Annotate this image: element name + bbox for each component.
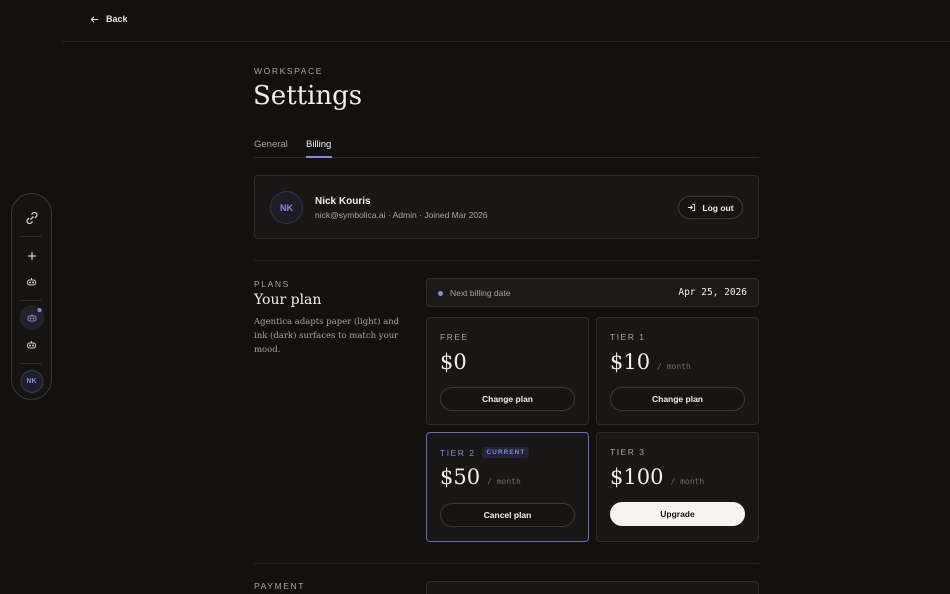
tier-label: TIER 2 CURRENT <box>440 447 530 458</box>
plan-card-tier-2: TIER 2 CURRENT $50 / month Cancel plan <box>426 432 589 542</box>
logout-button[interactable]: Log out <box>678 196 743 219</box>
billing-dot <box>438 291 443 296</box>
plan-price: $100 / month <box>610 465 704 489</box>
plan-price: $0 <box>440 350 474 374</box>
back-button[interactable]: Back <box>90 14 128 24</box>
plan-price: $50 / month <box>440 465 521 489</box>
cancel-plan-button[interactable]: Cancel plan <box>440 503 575 527</box>
rail-divider <box>21 236 42 237</box>
new-plus-icon[interactable] <box>22 246 42 266</box>
agent-robot-icon[interactable] <box>22 335 42 355</box>
user-avatar-button[interactable]: NK <box>20 370 43 393</box>
plan-card-free: FREE $0 Change plan <box>426 317 589 425</box>
plans-eyebrow: PLANS <box>254 279 290 289</box>
logout-label: Log out <box>702 202 734 213</box>
change-plan-button[interactable]: Change plan <box>610 387 745 411</box>
tier-label: FREE <box>440 332 469 342</box>
tab-billing[interactable]: Billing <box>306 139 331 150</box>
plans-description: Agentica adapts paper (light) and ink (d… <box>254 317 400 355</box>
plan-card-tier-1: TIER 1 $10 / month Change plan <box>596 317 759 425</box>
price-period: / month <box>487 477 521 486</box>
price-amount: $100 <box>610 465 664 489</box>
billing-date: Apr 25, 2026 <box>678 287 747 298</box>
current-badge: CURRENT <box>482 447 530 458</box>
avatar: NK <box>270 191 303 224</box>
plan-price: $10 / month <box>610 350 691 374</box>
tier-label: TIER 1 <box>610 332 646 342</box>
rail-divider <box>21 363 42 364</box>
billing-label: Next billing date <box>450 288 511 298</box>
rail-divider <box>21 300 42 301</box>
tier-label: TIER 3 <box>610 447 646 457</box>
arrow-left-icon <box>90 15 99 23</box>
price-period: / month <box>670 477 705 486</box>
plan-card-tier-3: TIER 3 $100 / month Upgrade <box>596 432 759 542</box>
tab-bar: General Billing <box>254 137 759 158</box>
top-bar: Back <box>62 0 950 42</box>
logout-icon <box>688 203 696 212</box>
back-label: Back <box>106 14 128 24</box>
avatar: NK <box>20 370 43 393</box>
notification-dot <box>37 308 41 312</box>
active-tab-indicator <box>306 156 332 158</box>
next-billing-bar: Next billing date Apr 25, 2026 <box>426 278 759 307</box>
section-eyebrow: WORKSPACE <box>254 66 324 76</box>
tab-general[interactable]: General <box>254 139 288 150</box>
user-meta: nick@symbolica.ai · Admin · Joined Mar 2… <box>315 210 488 220</box>
left-rail: NK <box>11 193 52 400</box>
upgrade-button[interactable]: Upgrade <box>610 502 745 526</box>
logo-link-icon[interactable] <box>20 206 44 230</box>
section-divider <box>254 563 759 564</box>
payment-method-card <box>426 581 759 594</box>
user-name: Nick Kouris <box>315 196 371 207</box>
section-divider <box>254 260 759 261</box>
page-title: Settings <box>253 81 363 111</box>
agent-robot-icon[interactable] <box>22 272 42 292</box>
plans-title: Your plan <box>254 292 322 308</box>
price-amount: $0 <box>440 350 467 374</box>
price-period: / month <box>657 362 691 371</box>
price-amount: $50 <box>440 465 481 489</box>
profile-card: NK Nick Kouris nick@symbolica.ai · Admin… <box>254 175 759 239</box>
change-plan-button[interactable]: Change plan <box>440 387 575 411</box>
active-agent-robot-icon[interactable] <box>19 305 44 330</box>
price-amount: $10 <box>610 350 651 374</box>
payment-eyebrow: PAYMENT <box>254 581 306 591</box>
